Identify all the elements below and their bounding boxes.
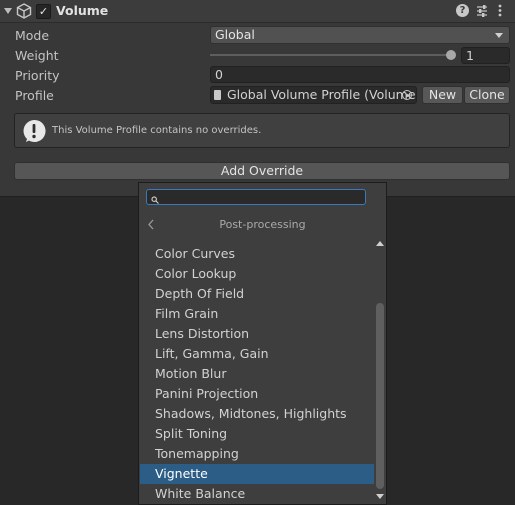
scroll-down-arrow-icon[interactable] xyxy=(376,494,384,499)
list-item[interactable]: Color Lookup xyxy=(140,264,374,284)
presets-icon[interactable] xyxy=(476,4,488,17)
category-header: Post-processing xyxy=(139,214,386,236)
add-override-popup: Post-processing Color Curves Color Lookup… xyxy=(138,182,387,505)
add-override-button[interactable]: Add Override xyxy=(14,162,510,180)
profile-label: Profile xyxy=(15,88,54,103)
new-profile-button[interactable]: New xyxy=(422,86,463,104)
category-title: Post-processing xyxy=(219,218,306,231)
foldout-arrow-icon[interactable] xyxy=(4,8,12,14)
volume-component-icon xyxy=(16,3,32,19)
list-item[interactable]: Depth Of Field xyxy=(140,284,374,304)
search-field[interactable] xyxy=(146,189,366,205)
profile-value: Global Volume Profile (Volume xyxy=(227,87,416,102)
warning-info-icon xyxy=(22,119,46,143)
component-enabled-toggle[interactable]: ✓ xyxy=(36,4,51,19)
mode-value: Global xyxy=(215,27,255,42)
help-icon[interactable]: ? xyxy=(456,4,469,17)
list-item[interactable]: Vignette xyxy=(140,464,374,484)
scrollbar-thumb[interactable] xyxy=(376,303,384,489)
list-item[interactable]: Lift, Gamma, Gain xyxy=(140,344,374,364)
list-item[interactable]: Panini Projection xyxy=(140,384,374,404)
list-item[interactable]: Shadows, Midtones, Highlights xyxy=(140,404,374,424)
clone-profile-button[interactable]: Clone xyxy=(464,86,510,104)
component-title: Volume xyxy=(56,3,109,18)
list-viewport: Color Curves Color Lookup Depth Of Field Fi… xyxy=(139,236,375,504)
object-picker-icon[interactable] xyxy=(402,90,412,100)
scrollbar[interactable] xyxy=(375,239,385,502)
weight-slider-thumb[interactable] xyxy=(446,50,456,60)
mode-label: Mode xyxy=(15,28,50,43)
chevron-down-icon xyxy=(495,33,503,38)
list-item[interactable]: White Balance xyxy=(140,484,374,504)
weight-field[interactable]: 1 xyxy=(461,47,510,64)
component-header[interactable]: ✓ Volume ? xyxy=(0,0,515,23)
profile-object-field[interactable]: Global Volume Profile (Volume xyxy=(210,86,417,104)
list-item[interactable]: Film Grain xyxy=(140,304,374,324)
list-item[interactable]: Motion Blur xyxy=(140,364,374,384)
list-item[interactable]: Color Curves xyxy=(140,244,374,264)
weight-label: Weight xyxy=(15,48,59,63)
list-item[interactable]: Tonemapping xyxy=(140,444,374,464)
priority-field[interactable]: 0 xyxy=(210,66,510,83)
volume-inspector-panel: ✓ Volume ? Mode Global Weight 1 Priority… xyxy=(0,0,515,197)
help-box: This Volume Profile contains no override… xyxy=(14,113,510,148)
priority-label: Priority xyxy=(15,68,60,83)
asset-file-icon xyxy=(214,90,221,100)
mode-dropdown[interactable]: Global xyxy=(210,26,510,44)
help-box-text: This Volume Profile contains no override… xyxy=(52,125,262,136)
list-item-partial[interactable] xyxy=(140,236,374,244)
weight-slider-track[interactable] xyxy=(210,54,454,56)
list-item[interactable]: Lens Distortion xyxy=(140,324,374,344)
search-icon xyxy=(151,193,159,204)
list-item[interactable]: Split Toning xyxy=(140,424,374,444)
scroll-up-arrow-icon[interactable] xyxy=(376,241,384,246)
context-menu-icon[interactable] xyxy=(497,4,503,17)
